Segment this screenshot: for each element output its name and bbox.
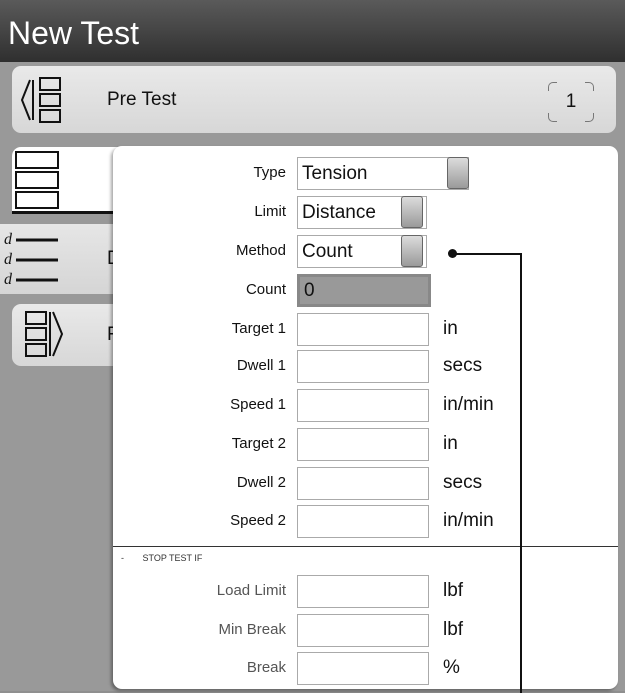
method-value: Count xyxy=(302,241,353,262)
step-count-badge: 1 xyxy=(548,82,594,122)
posttest-stack-icon xyxy=(25,311,64,357)
method-label: Method xyxy=(235,242,286,259)
speed1-unit: in/min xyxy=(443,394,494,415)
dwell2-input[interactable] xyxy=(297,467,429,500)
method-row: Method Count xyxy=(113,234,618,268)
stop-test-header-label: STOP TEST IF xyxy=(142,553,203,563)
min-break-row: Min Break lbf xyxy=(113,613,618,647)
speed2-label: Speed 2 xyxy=(230,512,286,529)
type-select[interactable]: Tension xyxy=(297,157,469,190)
speed2-row: Speed 2 in/min xyxy=(113,504,618,538)
speed1-label: Speed 1 xyxy=(230,396,286,413)
type-label: Type xyxy=(253,164,286,181)
target1-label: Target 1 xyxy=(231,320,286,337)
step-row-post[interactable]: F xyxy=(12,304,122,366)
svg-text:d: d xyxy=(4,251,13,268)
svg-text:d: d xyxy=(4,271,13,288)
dwell2-row: Dwell 2 secs xyxy=(113,466,618,500)
target2-label: Target 2 xyxy=(231,435,286,452)
distance-list-icon: d d d xyxy=(4,231,58,288)
min-break-unit: lbf xyxy=(443,619,464,640)
break-label: Break xyxy=(246,659,286,676)
step-row-distance[interactable]: d d d D xyxy=(0,224,121,294)
step-count-value: 1 xyxy=(565,91,577,112)
target1-row: Target 1 in xyxy=(113,312,618,346)
step-row-pretest[interactable]: Pre Test 1 xyxy=(12,66,616,133)
step-settings-popup: Type Tension Limit Distance Method Count… xyxy=(113,146,618,693)
target1-input[interactable] xyxy=(297,313,429,346)
stop-test-section-header[interactable]: - STOP TEST IF xyxy=(121,553,202,563)
callout-connector-line-horizontal xyxy=(453,253,522,255)
stack-icon xyxy=(15,151,59,209)
limit-value: Distance xyxy=(302,202,376,223)
dwell2-unit: secs xyxy=(443,472,483,493)
speed1-input[interactable] xyxy=(297,389,429,422)
load-limit-unit: lbf xyxy=(443,580,464,601)
speed2-input[interactable] xyxy=(297,505,429,538)
type-value: Tension xyxy=(302,163,368,184)
type-dropdown-button[interactable] xyxy=(447,157,469,189)
count-row: Count 0 xyxy=(113,273,618,307)
window-title: New Test xyxy=(8,15,140,51)
target2-unit: in xyxy=(443,433,458,454)
break-input[interactable] xyxy=(297,652,429,685)
dwell1-label: Dwell 1 xyxy=(236,357,286,374)
count-value: 0 xyxy=(304,280,315,301)
pretest-stack-icon xyxy=(20,77,61,123)
break-row: Break % xyxy=(113,651,618,685)
break-unit: % xyxy=(443,657,460,678)
method-dropdown-button[interactable] xyxy=(401,235,423,267)
count-input[interactable]: 0 xyxy=(297,274,431,307)
count-label: Count xyxy=(245,281,286,298)
limit-label: Limit xyxy=(254,203,286,220)
dwell1-input[interactable] xyxy=(297,350,429,383)
limit-dropdown-button[interactable] xyxy=(401,196,423,228)
callout-connector-line-vertical xyxy=(520,253,522,693)
step-label-pretest: Pre Test xyxy=(107,89,177,110)
collapse-marker: - xyxy=(121,553,124,563)
type-row: Type Tension xyxy=(113,156,618,190)
speed1-row: Speed 1 in/min xyxy=(113,388,618,422)
dwell2-label: Dwell 2 xyxy=(236,474,286,491)
dwell1-unit: secs xyxy=(443,355,483,376)
section-divider xyxy=(113,546,618,547)
limit-row: Limit Distance xyxy=(113,195,618,229)
svg-text:d: d xyxy=(4,231,13,248)
min-break-label: Min Break xyxy=(218,621,286,638)
target2-row: Target 2 in xyxy=(113,427,618,461)
load-limit-row: Load Limit lbf xyxy=(113,574,618,608)
min-break-input[interactable] xyxy=(297,614,429,647)
load-limit-input[interactable] xyxy=(297,575,429,608)
load-limit-label: Load Limit xyxy=(216,582,286,599)
dwell1-row: Dwell 1 secs xyxy=(113,349,618,383)
target1-unit: in xyxy=(443,318,458,339)
title-bar: New Test xyxy=(0,0,625,62)
target2-input[interactable] xyxy=(297,428,429,461)
speed2-unit: in/min xyxy=(443,510,494,531)
